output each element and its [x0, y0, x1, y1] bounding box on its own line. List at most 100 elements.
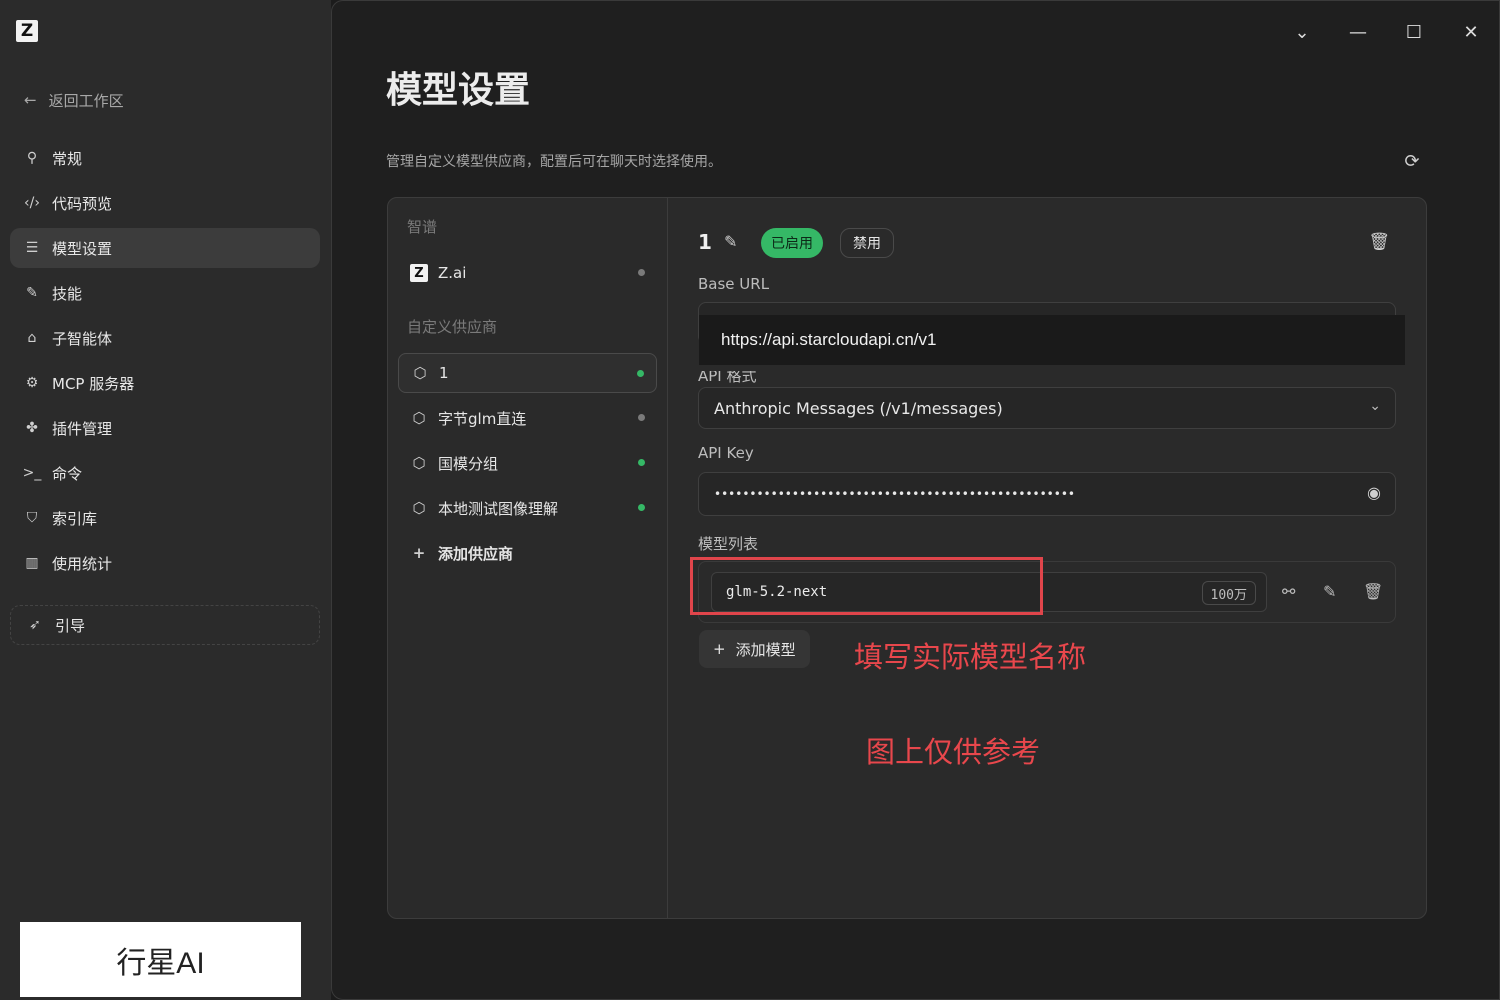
- add-model-button[interactable]: + 添加模型: [699, 630, 810, 668]
- nav-label: 索引库: [52, 509, 98, 528]
- base-url-tooltip: https://api.starcloudapi.cn/v1: [699, 315, 1405, 365]
- maximize-button[interactable]: ☐: [1399, 17, 1429, 47]
- cube-icon: ⬡: [412, 499, 426, 517]
- guide-button[interactable]: ➶ 引导: [10, 605, 320, 645]
- nav-label: 插件管理: [52, 419, 113, 438]
- minimize-button[interactable]: —: [1343, 17, 1373, 47]
- close-button[interactable]: ✕: [1456, 17, 1486, 47]
- provider-title: 1: [698, 230, 712, 254]
- nav-label: 模型设置: [52, 239, 113, 258]
- api-key-value: ••••••••••••••••••••••••••••••••••••••••…: [714, 487, 1075, 501]
- robot-icon: ⌂: [27, 330, 37, 346]
- back-label: 返回工作区: [48, 91, 124, 110]
- nav-item-plugins[interactable]: ✤ 插件管理: [10, 408, 320, 448]
- pencil-icon[interactable]: ✎: [724, 232, 737, 251]
- status-dot: [638, 269, 645, 276]
- provider-name: 1: [439, 364, 449, 382]
- nav-item-general[interactable]: ⚲ 常规: [10, 138, 320, 178]
- status-dot: [638, 414, 645, 421]
- nav-label: 使用统计: [52, 554, 113, 573]
- trash-icon[interactable]: 🗑: [1363, 582, 1383, 601]
- provider-item-local-vision-test[interactable]: ⬡ 本地测试图像理解: [398, 488, 657, 528]
- arrow-left-icon: ←: [24, 91, 37, 109]
- nav-item-code-preview[interactable]: ‹/› 代码预览: [10, 183, 320, 223]
- status-dot: [637, 370, 644, 377]
- page-description: 管理自定义模型供应商，配置后可在聊天时选择使用。: [386, 154, 722, 170]
- provider-name: 字节glm直连: [438, 409, 527, 428]
- disable-button[interactable]: 禁用: [840, 228, 894, 258]
- nav-label: 技能: [52, 284, 83, 303]
- group-label-zhipu: 智谱: [407, 218, 438, 236]
- shield-icon: ⛉: [26, 510, 38, 526]
- reference-only-annotation: 图上仅供参考: [866, 735, 1041, 769]
- provider-name: 国模分组: [438, 454, 499, 473]
- nav-label: 命令: [52, 464, 83, 483]
- context-window-badge: 100万: [1201, 581, 1256, 605]
- main-window: ⌄ — ☐ ✕ 模型设置 管理自定义模型供应商，配置后可在聊天时选择使用。 ⟳ …: [331, 0, 1500, 1000]
- nav-label: MCP 服务器: [52, 374, 135, 393]
- nav-item-model-settings[interactable]: ☰ 模型设置: [10, 228, 320, 268]
- cube-icon: ⬡: [412, 454, 426, 472]
- back-to-workspace-link[interactable]: ← 返回工作区: [24, 88, 124, 112]
- status-dot: [638, 459, 645, 466]
- zai-logo-icon: Z: [410, 264, 428, 282]
- base-url-label: Base URL: [698, 275, 770, 293]
- add-provider-button[interactable]: + 添加供应商: [398, 533, 657, 573]
- puzzle-icon: ✤: [26, 420, 38, 436]
- pencil-icon[interactable]: ✎: [1323, 582, 1336, 601]
- eye-icon[interactable]: ◉: [1367, 483, 1381, 502]
- rocket-icon: ➶: [29, 617, 41, 633]
- plus-icon: +: [713, 640, 726, 658]
- sliders-icon: ⚲: [26, 150, 38, 166]
- api-key-label: API Key: [698, 444, 754, 462]
- model-name-highlight-box: [690, 557, 1043, 615]
- plus-icon: +: [412, 544, 426, 562]
- provider-list: 智谱 Z Z.ai 自定义供应商 ⬡ 1 ⬡ 字节glm直连 ⬡ 国模分组 ⬡ …: [388, 198, 668, 918]
- provider-name: 本地测试图像理解: [438, 499, 559, 518]
- provider-name: Z.ai: [438, 264, 467, 282]
- group-label-custom: 自定义供应商: [407, 318, 498, 336]
- provider-item-bytedance-glm[interactable]: ⬡ 字节glm直连: [398, 398, 657, 438]
- model-settings-icon: ☰: [25, 240, 39, 256]
- provider-item-1[interactable]: ⬡ 1: [398, 353, 657, 393]
- add-model-label: 添加模型: [735, 640, 796, 659]
- api-format-label: API 格式: [698, 367, 757, 385]
- settings-nav: ⚲ 常规 ‹/› 代码预览 ☰ 模型设置 ✎ 技能 ⌂ 子智能体 ⚙ MCP 服…: [10, 138, 320, 588]
- api-key-input[interactable]: ••••••••••••••••••••••••••••••••••••••••…: [698, 472, 1396, 516]
- nav-label: 子智能体: [52, 329, 113, 348]
- api-format-value: Anthropic Messages (/v1/messages): [714, 398, 1003, 418]
- magic-wand-icon: ✎: [26, 285, 38, 301]
- nav-item-skills[interactable]: ✎ 技能: [10, 273, 320, 313]
- terminal-icon: >_: [22, 465, 42, 481]
- bar-chart-icon: ▥: [25, 555, 39, 571]
- nav-item-usage-stats[interactable]: ▥ 使用统计: [10, 543, 320, 583]
- nav-item-mcp-servers[interactable]: ⚙ MCP 服务器: [10, 363, 320, 403]
- provider-item-zai[interactable]: Z Z.ai: [398, 253, 657, 293]
- trash-icon[interactable]: 🗑: [1368, 232, 1390, 252]
- mcp-icon: ⚙: [25, 375, 39, 391]
- app-logo: Z: [16, 20, 38, 42]
- nav-item-index[interactable]: ⛉ 索引库: [10, 498, 320, 538]
- sidebar: Z ← 返回工作区 ⚲ 常规 ‹/› 代码预览 ☰ 模型设置 ✎ 技能 ⌂ 子智…: [0, 0, 331, 1000]
- refresh-icon[interactable]: ⟳: [1400, 149, 1424, 173]
- page-title: 模型设置: [386, 70, 531, 111]
- cube-icon: ⬡: [413, 364, 427, 382]
- cube-icon: ⬡: [412, 409, 426, 427]
- guide-label: 引导: [55, 616, 86, 635]
- add-provider-label: 添加供应商: [438, 544, 514, 563]
- nav-item-commands[interactable]: >_ 命令: [10, 453, 320, 493]
- brand-watermark: 行星AI: [20, 922, 301, 997]
- enabled-badge[interactable]: 已启用: [761, 228, 823, 258]
- code-icon: ‹/›: [24, 195, 40, 211]
- status-dot: [638, 504, 645, 511]
- api-format-select[interactable]: Anthropic Messages (/v1/messages) ⌄: [698, 387, 1396, 429]
- fill-model-name-annotation: 填写实际模型名称: [854, 640, 1087, 674]
- chevron-down-icon: ⌄: [1369, 398, 1381, 414]
- chevron-down-icon[interactable]: ⌄: [1287, 17, 1317, 47]
- model-list-label: 模型列表: [698, 535, 759, 553]
- nav-item-subagents[interactable]: ⌂ 子智能体: [10, 318, 320, 358]
- nav-label: 代码预览: [52, 194, 113, 213]
- test-connection-icon[interactable]: ⚯: [1282, 582, 1295, 601]
- provider-item-domestic-group[interactable]: ⬡ 国模分组: [398, 443, 657, 483]
- nav-label: 常规: [52, 149, 83, 168]
